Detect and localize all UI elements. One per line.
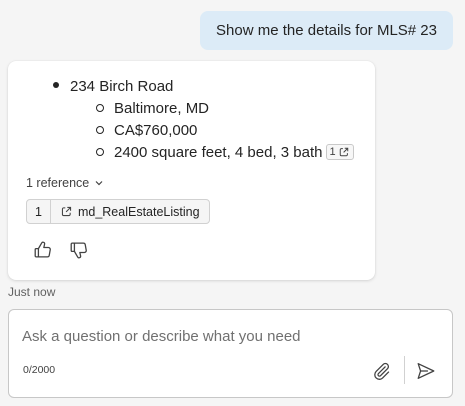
reference-number: 1 xyxy=(27,200,51,223)
composer-divider xyxy=(404,356,405,384)
listing-location: Baltimore, MD xyxy=(114,97,209,119)
citation-marker[interactable]: 1 xyxy=(325,144,354,160)
bot-response-card: 234 Birch Road Baltimore, MD CA$760,000 … xyxy=(8,61,375,280)
location-text: Baltimore, MD xyxy=(114,99,210,117)
open-link-icon xyxy=(339,147,348,157)
chevron-down-icon xyxy=(95,181,103,186)
sub-bullet-dot xyxy=(96,104,104,112)
user-message-text: Show me the details for MLS# 23 xyxy=(216,22,437,39)
open-link-icon xyxy=(61,206,72,217)
listing-address: 234 Birch Road xyxy=(70,75,173,97)
reference-name: md_RealEstateListing xyxy=(77,204,200,219)
sub-bullet-dot xyxy=(96,126,104,134)
references-toggle[interactable]: 1 reference xyxy=(26,176,104,190)
address-text: 234 Birch Road xyxy=(70,77,174,95)
attach-button[interactable] xyxy=(370,360,392,382)
character-counter: 0/2000 xyxy=(23,364,56,376)
message-composer: 0/2000 xyxy=(8,309,453,398)
listing-price: CA$760,000 xyxy=(114,119,197,141)
references-toggle-label: 1 reference xyxy=(26,176,90,190)
price-text: CA$760,000 xyxy=(114,121,198,139)
chat-window: Show me the details for MLS# 23 234 Birc… xyxy=(0,0,465,406)
message-input[interactable] xyxy=(22,324,442,348)
reference-chip[interactable]: 1 md_RealEstateListing xyxy=(26,199,210,224)
user-message-bubble: Show me the details for MLS# 23 xyxy=(200,11,453,50)
send-icon xyxy=(417,363,435,379)
sub-bullet-dot xyxy=(96,148,104,156)
thumbs-down-button[interactable] xyxy=(68,239,90,261)
size-text: 2400 square feet, 4 bed, 3 bath xyxy=(114,143,323,161)
citation-number: 1 xyxy=(329,146,336,158)
message-timestamp: Just now xyxy=(8,285,56,299)
bullet-dot xyxy=(53,82,59,88)
send-button[interactable] xyxy=(415,360,437,382)
thumbs-up-icon xyxy=(34,241,51,258)
thumbs-down-icon xyxy=(70,242,87,259)
thumbs-up-button[interactable] xyxy=(32,239,54,261)
listing-size: 2400 square feet, 4 bed, 3 bath 1 xyxy=(114,141,354,163)
paperclip-icon xyxy=(374,362,390,380)
